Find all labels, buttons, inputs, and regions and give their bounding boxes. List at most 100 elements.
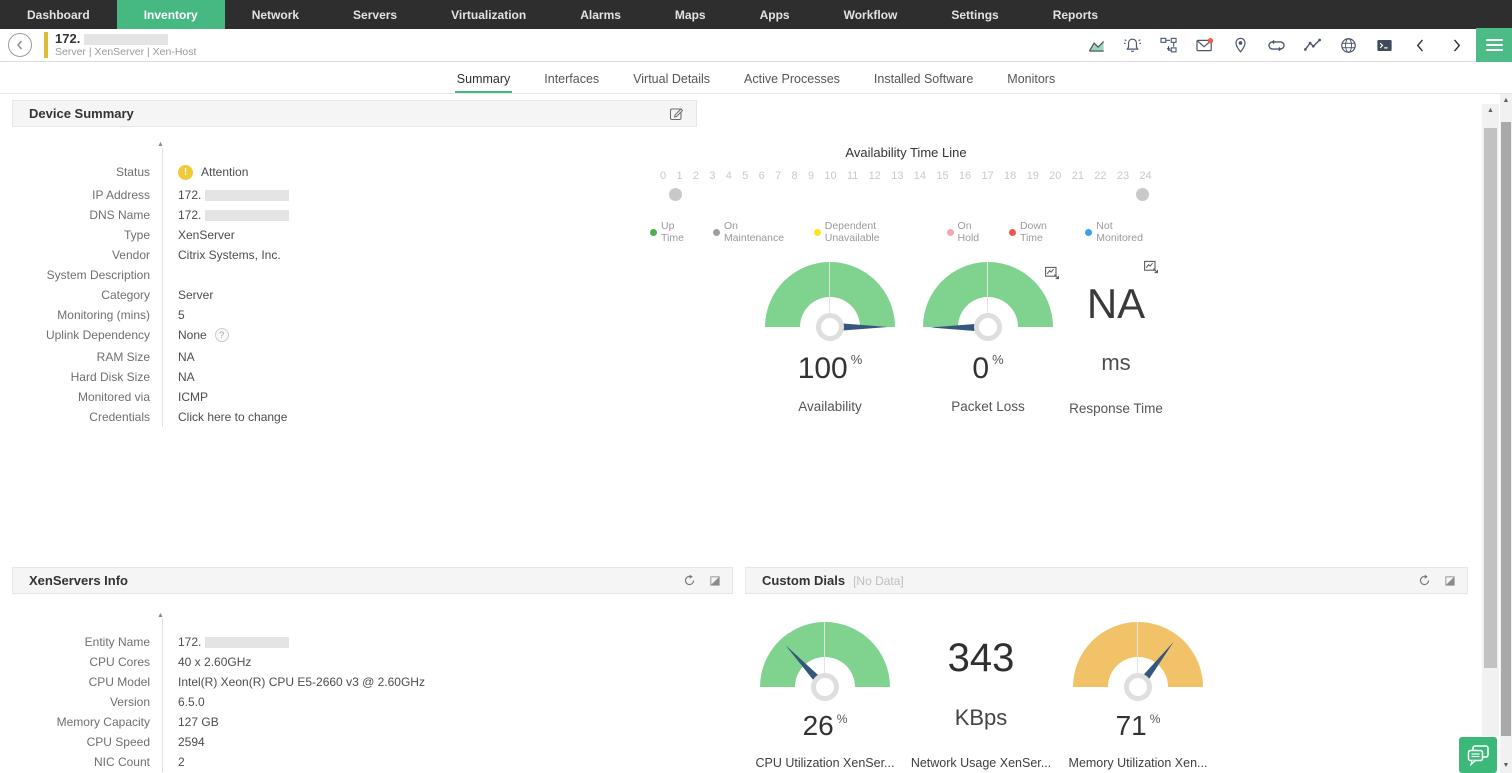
timeline-end-dot	[1136, 188, 1149, 201]
no-data-badge: [No Data]	[853, 574, 904, 588]
scroll-up-icon[interactable]: ▲	[1500, 94, 1512, 108]
refresh-icon[interactable]	[1418, 574, 1431, 587]
chevron-right-icon[interactable]	[1447, 36, 1466, 55]
scroll-down-icon[interactable]: ▼	[1500, 759, 1512, 773]
page-scrollbar[interactable]: ▲ ▼	[1500, 94, 1512, 773]
redacted-text	[205, 190, 289, 201]
panel-scrollbar[interactable]: ▲	[1482, 104, 1499, 736]
device-subtitle: Server | XenServer | Xen-Host	[55, 46, 196, 58]
timeline-legend: Up Time On Maintenance Dependent Unavail…	[650, 220, 1162, 244]
refresh-icon[interactable]	[683, 574, 696, 587]
line-graph-icon[interactable]	[1303, 36, 1322, 55]
nav-maps[interactable]: Maps	[648, 0, 733, 29]
field-row-memory: Memory Capacity 127 GB	[12, 712, 733, 732]
performance-chart-icon[interactable]	[1087, 36, 1106, 55]
field-row-dns: DNS Name 172.	[12, 205, 697, 225]
field-row-entity: Entity Name 172.	[12, 632, 733, 652]
back-button[interactable]	[8, 33, 32, 57]
downtime-dot-icon	[1009, 229, 1016, 236]
nav-apps[interactable]: Apps	[733, 0, 817, 29]
terminal-icon[interactable]	[1375, 36, 1394, 55]
expand-icon[interactable]	[1445, 576, 1455, 586]
field-row-type: Type XenServer	[12, 225, 697, 245]
nav-alarms[interactable]: Alarms	[553, 0, 648, 29]
device-summary-header: Device Summary	[12, 100, 697, 127]
redacted-text	[205, 210, 289, 221]
timeline-title: Availability Time Line	[650, 145, 1162, 160]
chat-bubbles-icon	[1466, 744, 1490, 766]
nav-reports[interactable]: Reports	[1026, 0, 1125, 29]
scrollbar-thumb[interactable]	[1501, 122, 1511, 736]
field-row-cpu-model: CPU Model Intel(R) Xeon(R) CPU E5-2660 v…	[12, 672, 733, 692]
collapse-caret-icon[interactable]: ▲	[157, 141, 164, 148]
topology-icon[interactable]	[1159, 36, 1178, 55]
device-title: 172.	[55, 31, 168, 46]
field-row-status: Status !Attention	[12, 162, 697, 182]
redacted-text	[84, 34, 168, 45]
tab-installed-software[interactable]: Installed Software	[872, 64, 975, 92]
panel-title: XenServers Info	[29, 573, 128, 588]
tab-summary[interactable]: Summary	[455, 64, 512, 92]
scrollbar-thumb[interactable]	[1484, 128, 1497, 668]
xenservers-info-header: XenServers Info	[12, 567, 733, 594]
tab-monitors[interactable]: Monitors	[1005, 64, 1057, 92]
timeline-start-dot	[669, 188, 682, 201]
field-row-version: Version 6.5.0	[12, 692, 733, 712]
packet-loss-gauge: 0% Packet Loss	[922, 262, 1054, 414]
tab-virtual-details[interactable]: Virtual Details	[631, 64, 712, 92]
network-usage-dial: 343 KBps Network Usage XenSer...	[906, 622, 1056, 770]
field-row-ram: RAM Size NA	[12, 347, 697, 367]
nav-settings[interactable]: Settings	[924, 0, 1025, 29]
chat-support-button[interactable]	[1459, 737, 1497, 773]
device-toolbar	[1087, 29, 1466, 62]
field-row-category: Category Server	[12, 285, 697, 305]
field-row-cpu-speed: CPU Speed 2594	[12, 732, 733, 752]
nav-dashboard[interactable]: Dashboard	[0, 0, 117, 29]
field-row-vendor: Vendor Citrix Systems, Inc.	[12, 245, 697, 265]
xenservers-info-fields: Entity Name 172. CPU Cores 40 x 2.60GHz …	[12, 632, 733, 772]
field-row-nic: NIC Count 2	[12, 752, 733, 772]
mail-icon[interactable]	[1195, 36, 1214, 55]
scroll-up-icon[interactable]: ▲	[1482, 104, 1499, 118]
location-pin-icon[interactable]	[1231, 36, 1250, 55]
nav-virtualization[interactable]: Virtualization	[424, 0, 553, 29]
custom-dials-header: Custom Dials [No Data]	[745, 567, 1468, 594]
onhold-dot-icon	[947, 229, 954, 236]
dependent-dot-icon	[814, 229, 821, 236]
chevron-left-icon[interactable]	[1411, 36, 1430, 55]
uptime-dot-icon	[650, 229, 657, 236]
opmanager-page: Dashboard Inventory Network Servers Virt…	[0, 0, 1512, 773]
maintenance-dot-icon	[713, 229, 720, 236]
nav-network[interactable]: Network	[225, 0, 326, 29]
detail-tabs: Summary Interfaces Virtual Details Activ…	[0, 62, 1512, 94]
chevron-left-icon	[14, 39, 26, 51]
field-row-monitored-via: Monitored via ICMP	[12, 387, 697, 407]
menu-icon[interactable]	[1476, 28, 1512, 62]
dependency-loop-icon[interactable]	[1267, 36, 1286, 55]
availability-gauge: 100% Availability	[764, 262, 896, 414]
expand-icon[interactable]	[710, 576, 720, 586]
field-row-uplink: Uplink Dependency None?	[12, 325, 697, 345]
field-row-credentials: Credentials Click here to change	[12, 407, 697, 427]
field-row-hdd: Hard Disk Size NA	[12, 367, 697, 387]
alarm-bell-icon[interactable]	[1123, 36, 1142, 55]
device-summary-fields: Status !Attention IP Address 172. DNS Na…	[12, 162, 697, 427]
panel-title: Custom Dials	[762, 573, 845, 588]
response-time-display: NA ms Response Time	[1048, 272, 1184, 416]
help-icon[interactable]: ?	[215, 328, 229, 342]
tab-interfaces[interactable]: Interfaces	[542, 64, 601, 92]
credentials-change-link[interactable]: Click here to change	[150, 410, 287, 424]
globe-icon[interactable]	[1339, 36, 1358, 55]
attention-status-icon: !	[178, 165, 193, 180]
tab-active-processes[interactable]: Active Processes	[742, 64, 842, 92]
device-accent-bar	[44, 32, 48, 58]
availability-timeline: Availability Time Line 01234567891011121…	[650, 145, 1162, 244]
notmonitored-dot-icon	[1085, 229, 1092, 236]
edit-icon[interactable]	[669, 106, 684, 121]
nav-inventory[interactable]: Inventory	[117, 0, 225, 29]
status-badge: Attention	[201, 165, 248, 179]
nav-workflow[interactable]: Workflow	[817, 0, 925, 29]
redacted-text	[205, 637, 289, 648]
nav-servers[interactable]: Servers	[326, 0, 424, 29]
field-row-cores: CPU Cores 40 x 2.60GHz	[12, 652, 733, 672]
